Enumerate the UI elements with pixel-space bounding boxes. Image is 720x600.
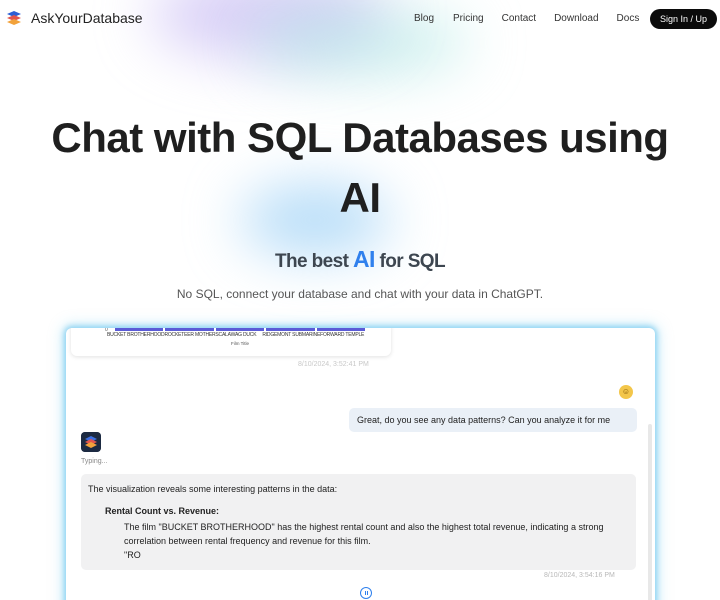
brand-name[interactable]: AskYourDatabase	[31, 10, 143, 26]
chart-category-label: ROCKETEER MOTHER	[164, 332, 216, 338]
page-title-line-2: AI	[339, 174, 382, 221]
assistant-intro-text: The visualization reveals some interesti…	[88, 484, 338, 494]
chart-category-label: BUCKET BROTHERHOOD	[107, 332, 165, 338]
chart-bar	[266, 328, 315, 331]
bar-chart-card: 0 BUCKET BROTHERHOOD ROCKETEER MOTHER SC…	[71, 328, 391, 356]
chart-bar	[215, 328, 265, 331]
page-title-line-1: Chat with SQL Databases using	[51, 114, 669, 161]
pause-icon[interactable]	[360, 587, 372, 599]
database-stack-icon	[81, 432, 101, 452]
tagline-prefix: The best	[275, 251, 354, 272]
message-timestamp: 8/10/2024, 3:54:16 PM	[544, 572, 615, 579]
tagline-ai: AI	[353, 246, 375, 272]
chart-axis-title: Film Title	[231, 341, 249, 346]
assistant-section-heading: Rental Count vs. Revenue:	[105, 506, 220, 516]
nav-links: Blog Pricing Contact Download Docs	[414, 13, 639, 24]
assistant-message-bubble: The visualization reveals some interesti…	[81, 474, 636, 570]
chart-category-label: RIDGEMONT SUBMARINE	[262, 332, 321, 338]
chart-bar	[165, 328, 214, 331]
hero-subtitle: No SQL, connect your database and chat w…	[176, 287, 544, 301]
message-timestamp: 8/10/2024, 3:52:41 PM	[298, 361, 369, 368]
chart-category-label: SCALAWAG DUCK	[215, 332, 257, 338]
nav-link-docs[interactable]: Docs	[617, 13, 640, 24]
sign-in-button[interactable]: Sign In / Up	[650, 9, 717, 29]
nav-link-download[interactable]: Download	[554, 13, 598, 24]
smiley-face-icon: ☺	[619, 385, 633, 399]
page-title: Chat with SQL Databases using AI	[20, 108, 700, 228]
typing-indicator: Typing...	[81, 458, 108, 465]
user-message-bubble: Great, do you see any data patterns? Can…	[349, 408, 637, 432]
tagline-suffix: for SQL	[374, 251, 446, 272]
chart-bar	[115, 328, 164, 331]
top-navigation: AskYourDatabase Blog Pricing Contact Dow…	[0, 0, 720, 38]
logo-icon[interactable]	[6, 10, 22, 28]
nav-link-contact[interactable]: Contact	[502, 13, 536, 24]
assistant-detail-text: The film "BUCKET BROTHERHOOD" has the hi…	[124, 522, 604, 546]
chart-bars	[115, 328, 366, 331]
nav-link-pricing[interactable]: Pricing	[453, 13, 484, 24]
chart-bar	[316, 328, 366, 331]
nav-link-blog[interactable]: Blog	[414, 13, 434, 24]
chart-category-label: FORWARD TEMPLE	[320, 332, 365, 338]
assistant-streaming-text: "RO	[124, 550, 141, 560]
chart-category-labels: BUCKET BROTHERHOOD ROCKETEER MOTHER SCAL…	[107, 332, 367, 338]
chat-scrollbar[interactable]	[648, 424, 652, 600]
tagline: The best AI for SQL	[0, 246, 720, 273]
chat-demo-window: 0 BUCKET BROTHERHOOD ROCKETEER MOTHER SC…	[66, 328, 655, 600]
